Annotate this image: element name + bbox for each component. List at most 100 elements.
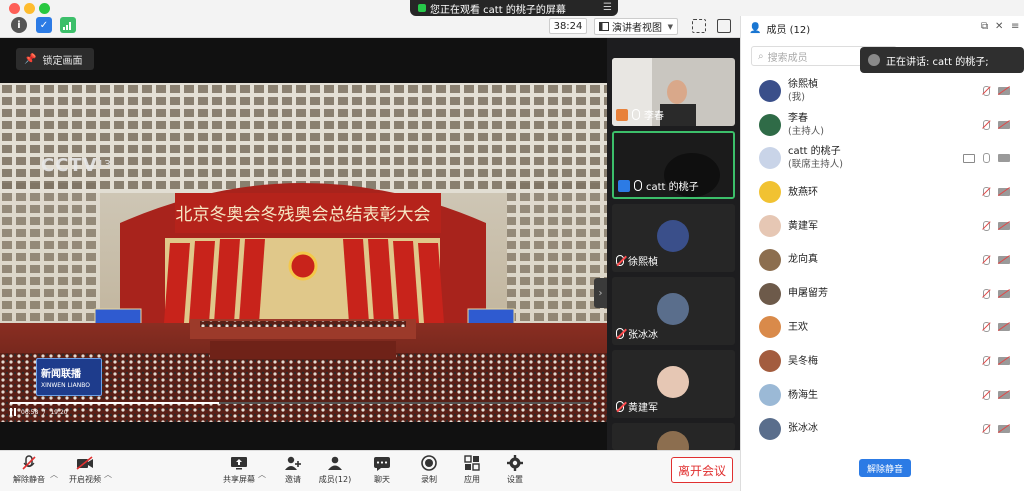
lock-screen-button[interactable]: 📌 锁定画面 [16,48,94,70]
camera-off-icon[interactable] [998,391,1010,400]
banner-menu-icon[interactable]: ☰ [603,2,612,13]
participant-row[interactable]: 李春 (主持人) [741,108,1024,142]
meeting-toolbar: 解除静音 ︿ 开启视频 ︿ 共享屏幕 ︿ 邀请 成员(12) 聊天 录制 应用 … [0,450,740,491]
participant-row[interactable]: 敖燕环 [741,175,1024,209]
signal-icon[interactable] [60,17,76,33]
share-screen-button[interactable]: 共享屏幕 [214,455,264,485]
camera-off-icon[interactable] [998,357,1010,366]
screen-share-icon [963,153,975,163]
thumbnail-tile[interactable]: 张冰冰 [612,277,735,345]
camera-off-icon[interactable] [998,424,1010,433]
participant-name: catt 的桃子 [788,146,841,158]
playback-progress-bar[interactable] [10,402,590,404]
share-options-chevron-icon[interactable]: ︿ [258,469,266,480]
fullscreen-icon[interactable] [692,19,706,33]
info-icon[interactable]: i [11,17,27,33]
camera-off-icon[interactable] [998,188,1010,197]
unmute-button[interactable]: 解除静音 [4,455,54,485]
mic-muted-icon[interactable] [983,187,990,198]
shield-icon[interactable]: ✓ [36,17,52,33]
video-options-chevron-icon[interactable]: ︿ [104,469,112,480]
thumbnail-tile[interactable]: 李春 [612,58,735,126]
settings-button[interactable]: 设置 [490,455,540,485]
participant-name: 黄建军 [788,220,818,232]
chat-button[interactable]: 聊天 [357,455,407,485]
mic-muted-icon [616,255,624,266]
pop-out-icon[interactable]: ⧉ [981,21,988,32]
mic-icon[interactable] [983,153,990,164]
camera-off-icon[interactable] [998,255,1010,264]
mic-muted-icon[interactable] [983,221,990,232]
avatar [759,417,781,440]
more-menu-icon[interactable]: ≡ [1011,21,1019,32]
pause-icon[interactable] [10,408,16,416]
gear-icon [506,455,524,471]
meeting-timer: 38:24 [549,18,587,34]
participant-role: (我) [788,91,805,103]
thumbnail-label: 张冰冰 [616,326,658,341]
participant-role: (联席主持人) [788,159,843,171]
mic-muted-icon[interactable] [983,322,990,333]
time-total: 19:20 [50,408,68,416]
leave-meeting-button[interactable]: 离开会议 [671,457,733,483]
thumbnail-tile-active[interactable]: catt 的桃子 [612,131,735,199]
camera-off-icon[interactable] [998,323,1010,332]
settings-label: 设置 [507,475,523,484]
window-close-button[interactable] [9,3,20,14]
mic-muted-icon[interactable] [983,119,990,130]
participant-row[interactable]: catt 的桃子 (联席主持人) [741,142,1024,176]
close-icon[interactable]: ✕ [995,21,1003,32]
channel-logo: CCTV [41,155,98,176]
sidebar-toggle-icon[interactable] [717,19,731,33]
avatar [657,220,689,252]
participant-row[interactable]: 杨海生 [741,378,1024,412]
mic-muted-icon[interactable] [983,288,990,299]
participant-row[interactable]: 吴冬梅 [741,344,1024,378]
participant-row[interactable]: 龙向真 [741,243,1024,277]
mic-muted-icon[interactable] [983,423,990,434]
add-user-icon [284,455,302,471]
user-badge-icon [618,179,630,192]
share-screen-icon [230,455,248,471]
mic-options-chevron-icon[interactable]: ︿ [50,469,58,480]
search-placeholder: 搜索成员 [767,52,808,64]
camera-off-icon[interactable] [998,289,1010,298]
participant-row[interactable]: 申屠留芳 [741,277,1024,311]
participant-name: 敖燕环 [788,186,818,198]
thumbnail-tile[interactable]: 黄建军 [612,350,735,418]
window-maximize-button[interactable] [39,3,50,14]
members-button[interactable]: 成员(12) [310,455,360,485]
collapse-thumbnails-button[interactable]: › [594,278,607,308]
mic-muted-icon[interactable] [983,356,990,367]
program-title: 新闻联播 [41,369,81,380]
camera-off-icon[interactable] [998,222,1010,231]
thumbnail-label: 黄建军 [616,399,658,414]
mic-muted-icon[interactable] [983,85,990,96]
share-screen-label: 共享屏幕 [223,475,255,484]
participant-row[interactable]: 张冰冰 [741,412,1024,446]
participant-row[interactable]: 黄建军 [741,209,1024,243]
panel-unmute-button[interactable]: 解除静音 [859,459,911,477]
window-minimize-button[interactable] [24,3,35,14]
participant-row[interactable]: 徐熙楨 (我) [741,74,1024,108]
thumbnail-label: 李春 [616,107,664,122]
channel-number: 13 [97,158,111,171]
speaking-text: 正在讲话: catt 的桃子; [886,56,989,68]
view-mode-select[interactable]: 演讲者视图 ▼ [594,18,678,35]
thumbnail-tile[interactable]: 徐熙楨 [612,204,735,272]
participant-list: 徐熙楨 (我) 李春 (主持人) catt 的桃子 (联席主持人) 敖燕环 黄建军 龙向真 申屠留… [741,74,1024,446]
program-subtitle: XINWEN LIANBO [41,382,90,389]
avatar [759,384,781,407]
camera-off-icon[interactable] [998,120,1010,129]
start-video-button[interactable]: 开启视频 [60,455,110,485]
camera-off-icon[interactable] [998,86,1010,95]
thumbnail-tile-partial[interactable] [612,423,735,450]
mic-muted-icon[interactable] [983,390,990,401]
camera-icon[interactable] [998,154,1010,163]
chat-label: 聊天 [374,475,390,484]
participant-row[interactable]: 王欢 [741,311,1024,345]
apps-label: 应用 [464,475,480,484]
playback-progress-fill [10,402,219,404]
mic-muted-icon[interactable] [983,254,990,265]
thumbnail-name: 黄建军 [628,403,658,414]
